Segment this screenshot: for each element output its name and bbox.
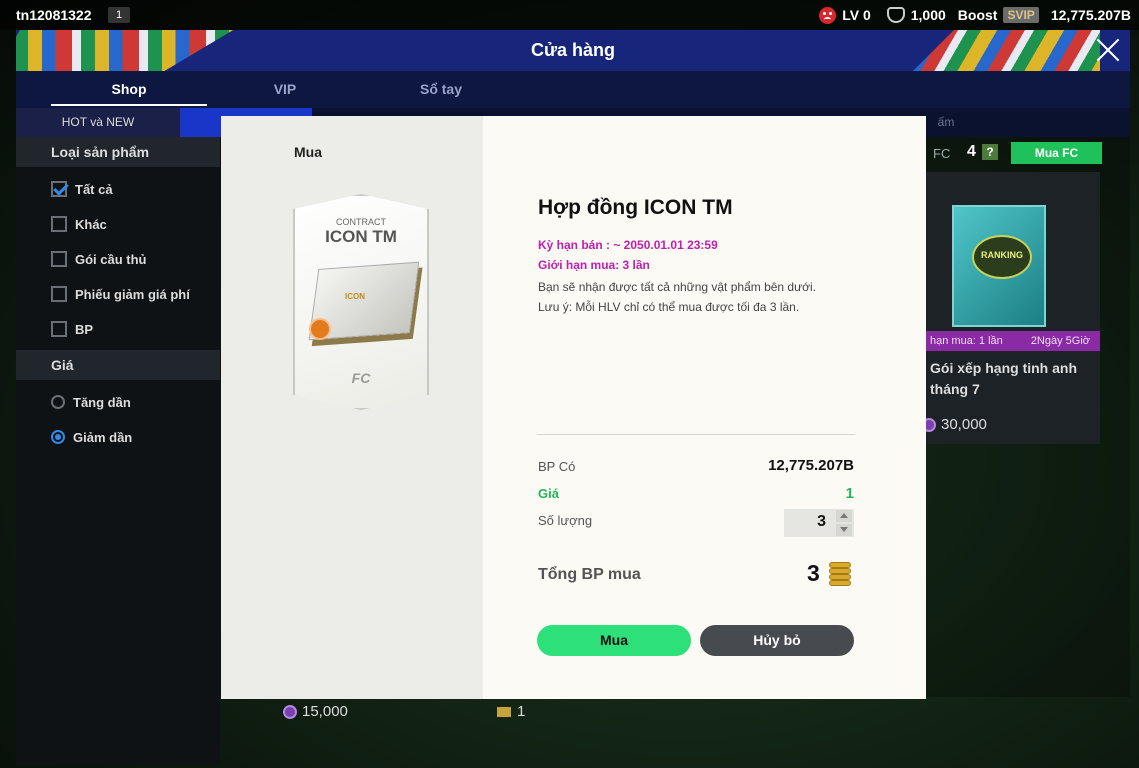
filter-label: Phiếu giảm giá phí	[75, 286, 190, 302]
buy-button[interactable]: Mua	[537, 625, 691, 656]
purple-coin-icon	[283, 704, 297, 719]
ranking-badge: RANKING	[972, 235, 1032, 279]
cancel-button[interactable]: Hủy bỏ	[700, 625, 854, 656]
sale-period: Kỳ hạn bán : ~ 2050.01.01 23:59	[538, 238, 718, 252]
time-left: 2Ngày 5Giờ	[1030, 335, 1090, 347]
price-value: 1	[517, 703, 526, 720]
checkbox-icon[interactable]	[51, 286, 67, 302]
item-price-left: 15,000	[283, 703, 348, 720]
description-line: Bạn sẽ nhận được tất cả những vật phẩm b…	[538, 280, 817, 294]
tab-vip[interactable]: VIP	[207, 81, 363, 97]
ranking-pack-image: RANKING	[952, 205, 1046, 327]
card-label: CONTRACT	[336, 217, 386, 227]
radio-icon[interactable]	[51, 395, 65, 409]
price-header: Giá	[16, 350, 220, 380]
svip-badge: SVIP	[1003, 7, 1039, 23]
orange-badge-icon	[309, 318, 331, 340]
bp-balance: 12,775.207B	[1050, 7, 1131, 23]
price-label: Giá	[538, 486, 559, 501]
store-header: Cửa hàng	[16, 30, 1130, 71]
checkbox-icon[interactable]	[51, 251, 67, 267]
gold-coins-icon	[827, 562, 853, 586]
item-title: Hợp đồng ICON TM	[538, 196, 733, 219]
help-icon[interactable]: ?	[982, 144, 998, 160]
filter-label: Khác	[75, 216, 107, 232]
item-name: Gói xếp hạng tinh anh tháng 7	[930, 360, 1077, 397]
quantity-label: Số lượng	[538, 513, 593, 528]
limit-text: hạn mua: 1 lần	[930, 335, 1003, 347]
radio-selected-icon[interactable]	[51, 430, 65, 444]
bp-owned-value: 12,775.207B	[768, 457, 854, 474]
sort-ascending[interactable]: Tăng dần	[51, 392, 131, 412]
subtab-hot-new[interactable]: HOT và NEW	[16, 108, 180, 137]
quantity-stepper[interactable]: 3	[784, 509, 854, 537]
total-value: 3	[807, 560, 820, 586]
filter-bp[interactable]: BP	[51, 319, 93, 339]
increment-arrow-icon[interactable]	[836, 510, 852, 522]
sort-label: Giảm dần	[73, 429, 133, 445]
contract-card-image: CONTRACT ICON TM ICON FC	[293, 194, 429, 410]
dialog-title: Mua	[294, 144, 322, 160]
lv-text: LV 0	[842, 7, 871, 23]
level-badge: 1	[108, 7, 130, 23]
tab-notebook[interactable]: Sổ tay	[363, 81, 519, 97]
filter-fee-vouchers[interactable]: Phiếu giảm giá phí	[51, 284, 190, 304]
item-price: 30,000	[922, 416, 987, 433]
active-tab-indicator	[51, 104, 207, 106]
purchase-limit: Giới hạn mua: 3 lần	[538, 258, 650, 272]
price-value: 30,000	[941, 416, 987, 433]
filter-label: Tất cả	[75, 181, 113, 197]
clipboard-text: ICON	[345, 292, 365, 301]
points-value: 1,000	[910, 7, 946, 23]
price-value: 15,000	[302, 703, 348, 720]
ticket-icon	[497, 706, 511, 717]
top-status-bar: tn12081322 1 LV 0 1,000 Boost SVIP 12,77…	[0, 0, 1139, 30]
total-label: Tổng BP mua	[538, 566, 641, 583]
decrement-arrow-icon[interactable]	[836, 524, 852, 536]
mood-face-icon	[819, 6, 837, 24]
product-type-header: Loại sản phẩm	[16, 137, 220, 167]
buy-fc-button[interactable]: Mua FC	[1011, 142, 1102, 164]
sort-descending[interactable]: Giảm dần	[51, 427, 132, 447]
filter-all[interactable]: Tất cả	[51, 179, 113, 199]
main-tabs: Shop VIP Sổ tay	[16, 71, 1130, 108]
quantity-value[interactable]: 3	[784, 513, 826, 531]
price-value: 1	[845, 485, 854, 502]
checkbox-icon[interactable]	[51, 216, 67, 232]
divider	[537, 434, 855, 435]
page-title: Cửa hàng	[530, 40, 616, 60]
filter-player-packs[interactable]: Gói cầu thủ	[51, 249, 147, 269]
item-price-right: 1	[497, 703, 525, 720]
user-id: tn12081322	[16, 7, 92, 23]
card-title: ICON TM	[325, 227, 397, 246]
bp-owned-label: BP Có	[538, 459, 576, 474]
filter-label: BP	[75, 321, 94, 337]
close-icon[interactable]	[1094, 36, 1122, 64]
filter-sidebar: Loại sản phẩm Tất cả Khác Gói cầu thủ Ph…	[16, 137, 220, 765]
boost-label: Boost	[957, 7, 998, 23]
dialog-left-panel: Mua CONTRACT ICON TM ICON FC	[221, 116, 483, 699]
fc-logo: FC	[351, 370, 371, 386]
checkbox-checked-icon[interactable]	[51, 181, 67, 197]
purchase-limit-strip: hạn mua: 1 lần 2Ngày 5Giờ	[926, 331, 1100, 351]
note-line: Lưu ý: Mỗi HLV chỉ có thể mua được tối đ…	[538, 300, 800, 314]
fc-label: FC	[933, 146, 951, 161]
tab-shop[interactable]: Shop	[51, 81, 207, 97]
fc-count: 4	[967, 143, 976, 160]
sort-label: Tăng dần	[73, 394, 131, 410]
currency-group: LV 0 1,000 Boost SVIP 12,775.207B	[819, 5, 1131, 25]
purchase-dialog: Mua CONTRACT ICON TM ICON FC Hợp đồng IC…	[221, 116, 926, 699]
checkbox-icon[interactable]	[51, 321, 67, 337]
shield-icon	[886, 7, 905, 23]
filter-label: Gói cầu thủ	[75, 251, 147, 267]
filter-other[interactable]: Khác	[51, 214, 107, 234]
